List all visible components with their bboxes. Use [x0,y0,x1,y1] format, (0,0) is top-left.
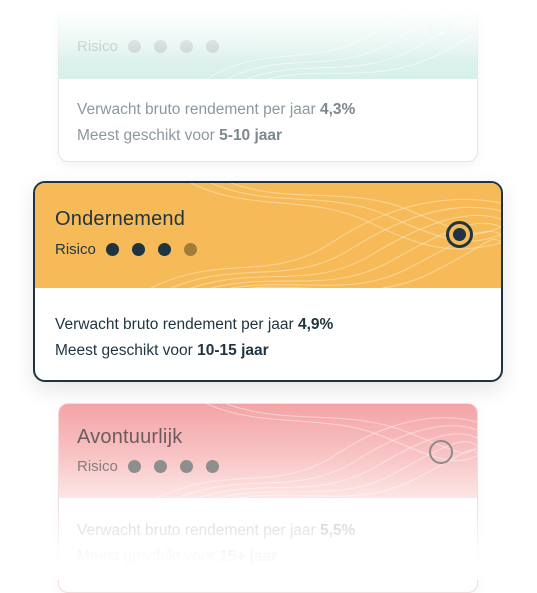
horizon-value: 5-10 jaar [219,127,283,144]
risk-profile-card-conservative[interactable]: Risico Verwacht bruto rendement per jaar… [58,0,478,162]
expected-return-line: Verwacht bruto rendement per jaar 4,9% [55,316,334,333]
risk-dot-icon [153,460,167,473]
risk-dot-icon [179,460,193,473]
radio-empty-icon[interactable] [429,440,453,464]
card-header: Ondernemend Risico [35,183,501,288]
risk-dot-icon [157,243,171,256]
horizon-line: Meest geschikt voor 15+ jaar [77,548,278,565]
card-body: Verwacht bruto rendement per jaar 5,5% M… [59,498,477,570]
risk-dot-icon [131,243,145,256]
risk-label: Risico [77,38,118,55]
horizon-value: 10-15 jaar [197,342,269,359]
horizon-value: 15+ jaar [219,548,278,565]
wave-pattern-decoration [156,404,477,498]
radio-selected-icon[interactable] [446,221,473,248]
risk-dot-icon [205,40,219,53]
card-body: Verwacht bruto rendement per jaar 4,9% M… [35,288,501,364]
risk-dot-icon [127,40,141,53]
expected-return-line: Verwacht bruto rendement per jaar 5,5% [77,522,356,539]
expected-return-value: 4,9% [297,316,334,333]
risk-dot-icon [105,243,119,256]
risk-indicator: Risico [77,38,232,55]
card-header: Risico [59,0,477,79]
card-header: Avontuurlijk Risico [59,404,477,498]
expected-return-value: 4,3% [319,101,356,118]
expected-return-line: Verwacht bruto rendement per jaar 4,3% [77,101,356,118]
risk-indicator: Risico [55,241,210,258]
risk-label: Risico [55,241,96,258]
card-body: Verwacht bruto rendement per jaar 4,3% M… [59,79,477,149]
risk-dot-icon [127,460,141,473]
expected-return-value: 5,5% [319,522,356,539]
risk-profile-card-avontuurlijk[interactable]: Avontuurlijk Risico Verwacht bruto rende… [58,403,478,593]
risk-label: Risico [77,458,118,475]
risk-indicator: Risico [77,458,232,475]
risk-dot-icon [205,460,219,473]
risk-profile-card-ondernemend[interactable]: Ondernemend Risico Verwacht bruto rendem… [33,181,503,382]
horizon-line: Meest geschikt voor 5-10 jaar [77,127,283,144]
risk-dot-icon [153,40,167,53]
radio-empty-icon[interactable] [429,17,451,39]
risk-dot-icon [183,243,197,256]
horizon-line: Meest geschikt voor 10-15 jaar [55,342,269,359]
card-title: Ondernemend [55,208,186,230]
risk-dot-icon [179,40,193,53]
wave-pattern-decoration [150,183,501,288]
card-title: Avontuurlijk [77,426,183,448]
